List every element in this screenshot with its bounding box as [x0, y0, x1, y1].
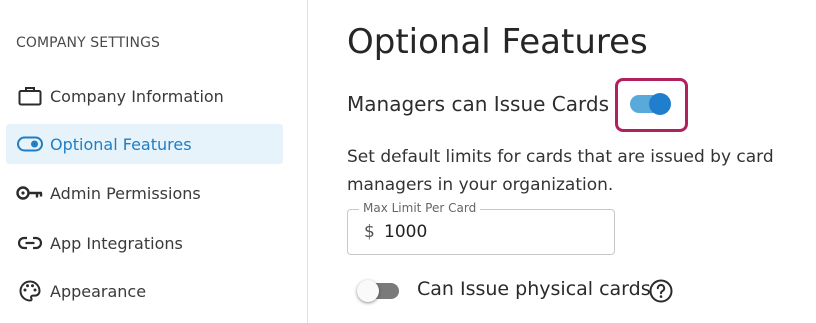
toggle-knob — [357, 280, 379, 302]
sidebar: COMPANY SETTINGS Company Information Opt… — [0, 0, 308, 323]
max-limit-field[interactable]: Max Limit Per Card $ 1000 — [347, 201, 615, 255]
max-limit-input[interactable]: 1000 — [384, 222, 427, 242]
max-limit-legend: Max Limit Per Card — [359, 201, 481, 215]
page-title: Optional Features — [347, 22, 648, 62]
help-icon[interactable] — [649, 279, 673, 303]
key-icon — [16, 182, 44, 204]
currency-prefix: $ — [364, 222, 375, 242]
physical-cards-toggle[interactable] — [357, 280, 399, 302]
sidebar-item-label: Appearance — [50, 281, 147, 301]
sidebar-item-appearance[interactable]: Appearance — [6, 271, 283, 311]
sidebar-item-label: Admin Permissions — [50, 183, 201, 203]
limits-description: Set default limits for cards that are is… — [347, 147, 774, 195]
sidebar-item-optional-features[interactable]: Optional Features — [6, 124, 283, 164]
sidebar-item-company-information[interactable]: Company Information — [6, 76, 283, 116]
link-icon — [16, 232, 44, 254]
sidebar-item-admin-permissions[interactable]: Admin Permissions — [6, 173, 283, 213]
toggle-icon — [16, 133, 44, 155]
briefcase-icon — [16, 85, 44, 107]
sidebar-item-label: App Integrations — [50, 233, 183, 253]
palette-icon — [16, 280, 44, 302]
sidebar-item-label: Company Information — [50, 86, 224, 106]
sidebar-heading: COMPANY SETTINGS — [16, 35, 160, 51]
managers-issue-cards-label: Managers can Issue Cards — [347, 92, 610, 116]
physical-cards-label: Can Issue physical cards — [417, 278, 651, 300]
toggle-knob — [649, 93, 671, 115]
sidebar-item-app-integrations[interactable]: App Integrations — [6, 223, 283, 263]
sidebar-item-label: Optional Features — [50, 134, 192, 154]
managers-issue-cards-toggle[interactable] — [630, 93, 671, 115]
